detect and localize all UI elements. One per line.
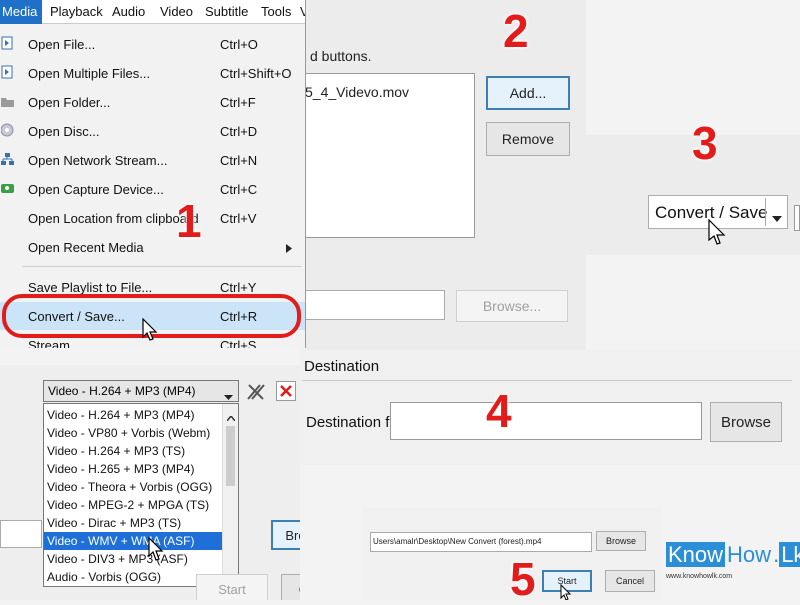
destination-file-input[interactable]	[390, 402, 702, 440]
network-icon	[1, 152, 14, 166]
delete-profile-icon[interactable]	[276, 381, 296, 401]
mouse-cursor-icon	[148, 536, 164, 568]
step-number-2: 2	[503, 5, 529, 57]
profile-option[interactable]: Video - DIV3 + MP3 (ASF)	[44, 550, 222, 568]
logo-how: How	[727, 542, 772, 567]
cancel-final-button[interactable]: Cancel	[605, 570, 655, 592]
menu-playback[interactable]: Playback	[50, 4, 103, 19]
menu-item-open-folder[interactable]: Open Folder... Ctrl+F	[0, 88, 305, 117]
submenu-arrow-icon	[286, 241, 292, 256]
profile-option[interactable]: Video - Theora + Vorbis (OGG)	[44, 478, 222, 496]
browse-output-button[interactable]: Browse	[271, 520, 300, 550]
profile-option[interactable]: Video - H.264 + MP3 (TS)	[44, 442, 222, 460]
destination-panel: Destination Destination file: Browse	[300, 350, 800, 465]
next-button-edge	[794, 205, 800, 231]
profile-option-selected[interactable]: Video - WMV + WMA (ASF)	[44, 532, 222, 550]
menu-media[interactable]: Media	[0, 0, 42, 24]
chevron-down-icon	[224, 389, 233, 403]
file-selection-panel: d buttons. 5_4_Videvo.mov Add... Remove	[306, 0, 586, 240]
logo-lk: Lk	[779, 542, 800, 567]
menu-item-open-disc[interactable]: Open Disc... Ctrl+D	[0, 117, 305, 146]
profile-selected-value: Video - H.264 + MP3 (MP4)	[48, 384, 196, 398]
knowhowlk-logo: Know How.Lk www.knowhowlk.com	[666, 540, 800, 590]
browse-destination-button[interactable]: Browse	[710, 402, 782, 442]
scroll-thumb[interactable]	[226, 426, 235, 486]
remove-button[interactable]: Remove	[486, 122, 570, 156]
step-number-4: 4	[486, 385, 512, 437]
profile-list-scrollbar[interactable]	[222, 404, 238, 586]
step-number-5: 5	[510, 553, 536, 605]
step-number-3: 3	[692, 117, 718, 169]
file-selection-hint: d buttons.	[310, 48, 372, 64]
add-button[interactable]: Add...	[486, 76, 570, 110]
logo-know: Know	[666, 542, 726, 567]
menu-item-open-capture-device[interactable]: Open Capture Device... Ctrl+C	[0, 175, 305, 204]
profile-option[interactable]: Video - VP80 + Vorbis (Webm)	[44, 424, 222, 442]
file-list[interactable]: 5_4_Videvo.mov	[306, 73, 475, 238]
menu-video[interactable]: Video	[160, 4, 193, 19]
cancel-button[interactable]: Cancel	[281, 574, 300, 600]
menu-tools[interactable]: Tools	[261, 4, 291, 19]
media-menu-panel: Media Playback Audio Video Subtitle Tool…	[0, 0, 306, 348]
logo-url: www.knowhowlk.com	[666, 573, 733, 580]
output-file-input[interactable]	[0, 520, 42, 548]
folder-icon	[1, 94, 14, 108]
mouse-cursor-icon	[708, 218, 726, 252]
button-divider	[765, 198, 766, 226]
subtitle-file-input[interactable]	[306, 290, 445, 320]
capture-icon	[1, 181, 14, 195]
mouse-cursor-icon	[142, 317, 158, 347]
file-list-item[interactable]: 5_4_Videvo.mov	[306, 84, 409, 100]
destination-path-input[interactable]: Users\amalr\Desktop\New Convert (forest)…	[370, 532, 592, 552]
menu-subtitle[interactable]: Subtitle	[205, 4, 248, 19]
profile-option[interactable]: Video - H.265 + MP3 (MP4)	[44, 460, 222, 478]
start-button-disabled[interactable]: Start	[196, 574, 268, 600]
profile-option[interactable]: Video - H.264 + MP3 (MP4)	[44, 406, 222, 424]
menu-audio[interactable]: Audio	[112, 4, 145, 19]
disc-icon	[0, 123, 14, 137]
menu-separator	[22, 266, 302, 267]
menu-item-open-network-stream[interactable]: Open Network Stream... Ctrl+N	[0, 146, 305, 175]
profile-option[interactable]: Video - Dirac + MP3 (TS)	[44, 514, 222, 532]
browse-final-button[interactable]: Browse	[596, 531, 646, 551]
menubar: Media Playback Audio Video Subtitle Tool…	[0, 0, 305, 24]
files-icon	[1, 65, 14, 79]
file-icon	[1, 36, 14, 50]
profile-select[interactable]: Video - H.264 + MP3 (MP4)	[43, 380, 239, 402]
menu-item-open-multiple-files[interactable]: Open Multiple Files... Ctrl+Shift+O	[0, 59, 305, 88]
dropdown-arrow-icon[interactable]	[772, 209, 782, 227]
browse-subtitle-button[interactable]: Browse...	[456, 290, 568, 322]
menu-item-open-file[interactable]: Open File... Ctrl+O	[0, 30, 305, 59]
profile-options-list[interactable]: Video - H.264 + MP3 (MP4) Video - VP80 +…	[43, 403, 239, 587]
step-number-1: 1	[176, 195, 202, 247]
mouse-cursor-icon	[560, 583, 572, 600]
profile-panel: Video - H.264 + MP3 (MP4) Video - H.264 …	[0, 365, 300, 600]
menu-item-open-location-clipboard[interactable]: Open Location from clipboard Ctrl+V	[0, 204, 305, 233]
group-border	[302, 380, 792, 381]
scroll-up-icon[interactable]	[226, 408, 236, 426]
subtitle-panel: Browse...	[306, 240, 586, 350]
menu-item-open-recent-media[interactable]: Open Recent Media	[0, 233, 305, 262]
edit-profile-icon[interactable]	[244, 379, 268, 403]
destination-group-title: Destination	[304, 358, 380, 375]
profile-option[interactable]: Video - MPEG-2 + MPGA (TS)	[44, 496, 222, 514]
